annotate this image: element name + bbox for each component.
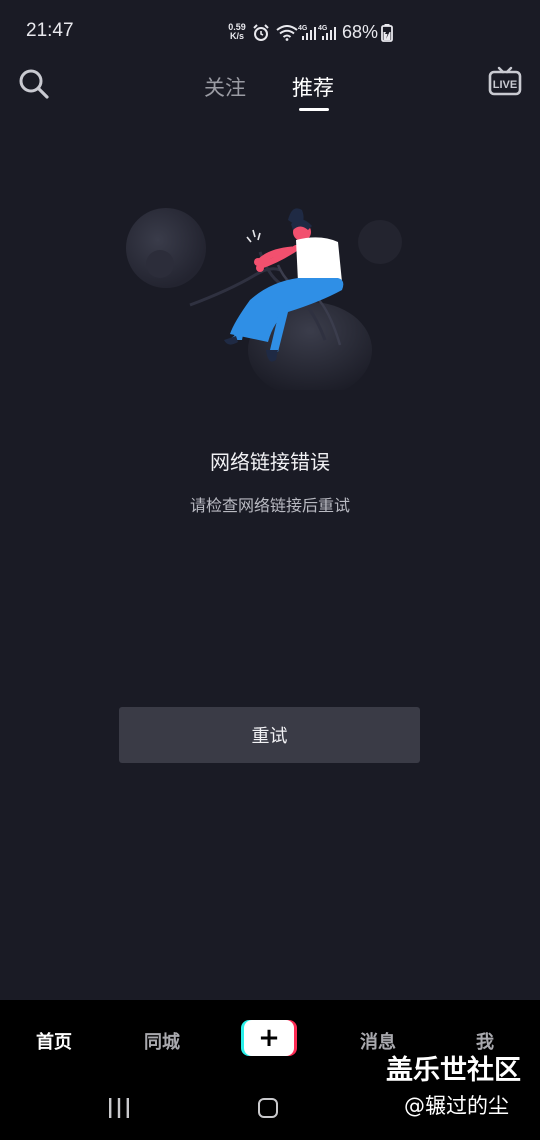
status-bar: 21:47 0.59 K/s 4G 4G 68% (0, 0, 540, 66)
tab-nearby[interactable]: 同城 (144, 1028, 180, 1054)
tab-follow[interactable]: 关注 (204, 72, 246, 102)
live-label: LIVE (493, 79, 517, 91)
svg-text:4G: 4G (298, 25, 308, 32)
create-button[interactable]: + (241, 1020, 297, 1056)
watermark-author: @辗过的尘 (404, 1094, 509, 1118)
error-title: 网络链接错误 (210, 450, 330, 474)
top-nav: 关注 推荐 LIVE (0, 60, 540, 120)
search-icon[interactable] (16, 66, 52, 102)
battery-charging-icon (381, 24, 393, 42)
active-tab-indicator (299, 108, 329, 111)
screen: 21:47 0.59 K/s 4G 4G 68% 关注 推荐 LIVE 网络链接… (0, 0, 540, 1140)
signal-4g-icon: 4G (298, 25, 316, 40)
svg-text:4G: 4G (318, 25, 328, 32)
alarm-icon (253, 24, 269, 41)
plus-icon: + (244, 1020, 294, 1056)
net-speed: 0.59 K/s (226, 23, 248, 41)
status-time: 21:47 (26, 20, 74, 41)
watermark-community: 盖乐世社区 (386, 1055, 521, 1086)
wifi-icon (276, 25, 298, 41)
signal-4g-icon: 4G (318, 25, 336, 40)
recent-apps-icon[interactable] (108, 1098, 130, 1118)
live-tv-icon[interactable]: LIVE (488, 64, 522, 98)
home-icon[interactable] (258, 1098, 278, 1118)
tab-recommend[interactable]: 推荐 (292, 72, 334, 102)
tab-home[interactable]: 首页 (36, 1028, 72, 1054)
battery-percent: 68% (342, 22, 379, 42)
error-subtitle: 请检查网络链接后重试 (189, 496, 350, 515)
network-error-illustration (126, 208, 402, 390)
net-speed-unit: K/s (229, 31, 244, 41)
retry-button[interactable]: 重试 (119, 707, 420, 763)
